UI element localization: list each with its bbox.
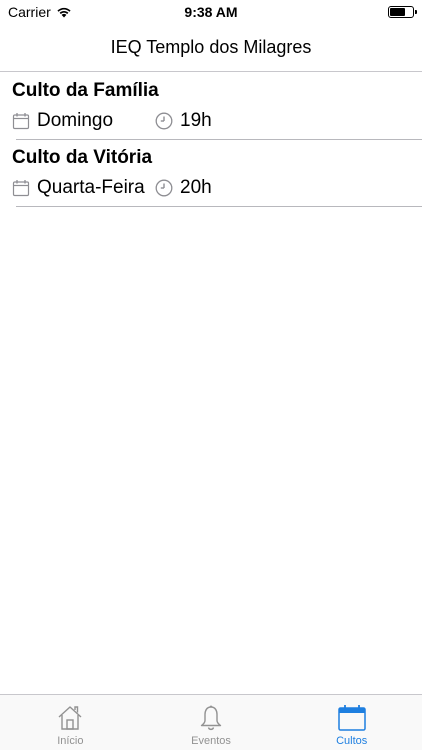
tab-label: Eventos [191,735,231,747]
screen: Carrier 9:38 AM IEQ Templo dos Milagres … [0,0,422,750]
clock-icon [155,112,173,130]
battery-icon [388,6,417,18]
service-item[interactable]: Culto da Família Domingo 19h [0,73,422,140]
service-name: Culto da Vitória [12,147,153,168]
calendar-icon [12,112,30,130]
calendar-icon [337,703,367,733]
service-day: Domingo [12,110,155,132]
service-meta: Domingo 19h [12,110,410,132]
calendar-icon [12,179,30,197]
service-day: Quarta-Feira [12,177,155,199]
status-bar: Carrier 9:38 AM [0,0,422,24]
tab-cultos[interactable]: Cultos [281,695,422,750]
divider [16,206,422,207]
wifi-icon [56,6,72,18]
status-left: Carrier [8,4,72,20]
page-title: IEQ Templo dos Milagres [110,37,312,57]
service-day-label: Domingo [37,110,114,131]
service-time-label: 20h [180,177,212,198]
service-time-label: 19h [180,110,212,131]
home-icon [55,703,85,733]
service-meta: Quarta-Feira 20h [12,177,410,199]
services-list: Culto da Família Domingo 19h Culto da Vi… [0,73,422,207]
service-time: 19h [155,110,212,132]
service-name: Culto da Família [12,80,159,101]
tab-bar: Início Eventos Cultos [0,694,422,750]
tab-inicio[interactable]: Início [0,695,141,750]
service-time: 20h [155,177,212,199]
tab-label: Início [57,735,84,747]
tab-label: Cultos [336,735,368,747]
navigation-bar: IEQ Templo dos Milagres [0,24,422,72]
service-day-label: Quarta-Feira [37,177,145,198]
battery-level [390,8,406,16]
clock-icon [155,179,173,197]
bell-icon [196,703,226,733]
tab-eventos[interactable]: Eventos [141,695,282,750]
service-item[interactable]: Culto da Vitória Quarta-Feira 20h [0,140,422,207]
carrier-label: Carrier [8,4,51,20]
